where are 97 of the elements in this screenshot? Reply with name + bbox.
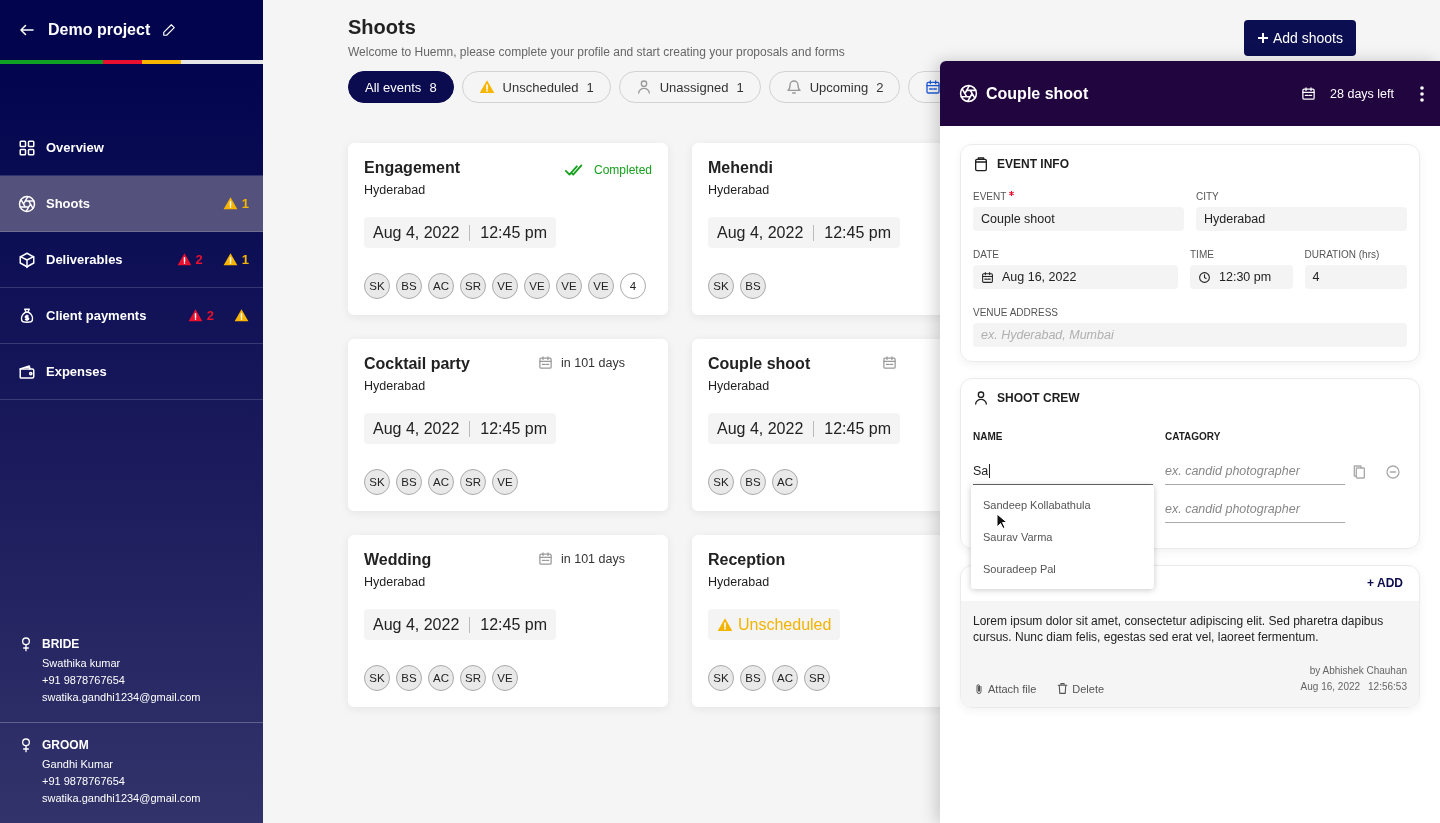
days-left: 28 days left <box>1330 86 1394 101</box>
event-card[interactable]: Cocktail party Hyderabad in 101 days Aug 4, 2022 12:45 pm SK BS AC SR VE <box>348 339 668 511</box>
nav-item[interactable]: Deliverables 2 1 <box>0 232 263 288</box>
crew-avatar: AC <box>428 665 454 691</box>
crew-avatar: BS <box>396 469 422 495</box>
event-card[interactable]: Wedding Hyderabad in 101 days Aug 4, 2022 12:45 pm SK BS AC SR VE <box>348 535 668 707</box>
add-note-button[interactable]: + ADD <box>1367 576 1403 590</box>
category-input[interactable]: ex. candid photographer <box>1165 496 1345 523</box>
badge-count: 1 <box>241 252 249 267</box>
event-title: Engagement <box>364 159 460 177</box>
contact-name: Gandhi Kumar <box>42 757 114 772</box>
nav-item[interactable]: Client payments 2 <box>0 288 263 344</box>
nav-item[interactable]: Shoots 1 <box>0 176 263 232</box>
crew-avatar: BS <box>740 273 766 299</box>
event-status: in 101 days <box>561 551 625 566</box>
event-city: Hyderabad <box>364 183 427 197</box>
contact-email: swatika.gandhi1234@gmail.com <box>42 791 201 806</box>
event-title: Cocktail party <box>364 355 470 373</box>
crew-avatar: SR <box>804 665 830 691</box>
event-status: in 101 days <box>561 355 625 370</box>
crew-avatar: BS <box>740 665 766 691</box>
badge-count: 1 <box>241 196 249 211</box>
crew-avatar: SK <box>364 273 390 299</box>
event-title: Mehendi <box>708 159 773 177</box>
crew-avatar: VE <box>492 665 518 691</box>
add-shoots-button[interactable]: Add shoots <box>1243 20 1356 56</box>
input-field[interactable]: Couple shoot <box>973 207 1184 231</box>
category-input[interactable]: ex. candid photographer <box>1165 458 1345 485</box>
schedule-chip: Aug 4, 2022 12:45 pm <box>364 609 556 640</box>
crew-avatar: SR <box>460 469 486 495</box>
event-city: Hyderabad <box>364 575 427 589</box>
page-title: Shoots <box>348 16 417 39</box>
crew-avatar: VE <box>556 273 582 299</box>
contact-name: Swathika kumar <box>42 656 122 671</box>
drawer-title: Couple shoot <box>986 84 1090 103</box>
nav-label: Client payments <box>46 308 148 323</box>
crew-avatar: VE <box>524 273 550 299</box>
crew-avatar: SK <box>708 469 734 495</box>
crew-avatar: SK <box>708 665 734 691</box>
event-city: Hyderabad <box>708 379 771 393</box>
crew-avatar: SK <box>364 469 390 495</box>
column-header: CATAGORY <box>1165 431 1222 442</box>
field-label: DURATION (hrs) <box>1304 249 1381 260</box>
input-field[interactable]: 12:30 pm <box>1190 265 1293 289</box>
event-status: Completed <box>593 163 652 177</box>
crew-avatar: BS <box>740 469 766 495</box>
project-title: Demo project <box>48 21 151 39</box>
event-title: Wedding <box>364 551 432 569</box>
field-label: CITY <box>1196 191 1220 202</box>
filter-chip[interactable]: All events 8 <box>348 71 454 103</box>
input-field[interactable]: 4 <box>1304 265 1407 289</box>
badge-count: 2 <box>195 252 203 267</box>
crew-avatar: BS <box>396 273 422 299</box>
more-count: 4 <box>620 273 646 299</box>
crew-avatar: VE <box>492 273 518 299</box>
nav-label: Expenses <box>46 364 108 379</box>
contact-email: swatika.gandhi1234@gmail.com <box>42 690 201 705</box>
contact-role: BRIDE <box>42 636 81 653</box>
page-subtitle: Welcome to Huemn, please complete your profile and start creating your proposals and forms <box>348 45 845 59</box>
unscheduled-label: Unscheduled <box>738 615 832 634</box>
crew-avatar: VE <box>492 469 518 495</box>
crew-avatar: VE <box>588 273 614 299</box>
nav-label: Shoots <box>46 196 92 211</box>
field-label: DATE <box>973 249 1000 260</box>
event-city: Hyderabad <box>708 183 771 197</box>
crew-avatar: AC <box>772 469 798 495</box>
delete-button[interactable]: Delete <box>1056 682 1105 695</box>
nav-label: Deliverables <box>46 252 124 267</box>
field-label: TIME <box>1190 249 1215 260</box>
schedule-chip: Aug 4, 2022 12:45 pm <box>708 217 900 248</box>
crew-avatar: SK <box>708 273 734 299</box>
event-city: Hyderabad <box>708 575 771 589</box>
input-field[interactable]: Hyderabad <box>1196 207 1407 231</box>
schedule-chip: Aug 4, 2022 12:45 pm <box>364 413 556 444</box>
event-card[interactable]: Engagement Hyderabad Completed Aug 4, 2022 12:45 pm SK BS AC SR VE VE VE VE 4 <box>348 143 668 315</box>
crew-avatar: AC <box>772 665 798 691</box>
event-city: Hyderabad <box>364 379 427 393</box>
schedule-chip: Aug 4, 2022 12:45 pm <box>364 217 556 248</box>
crew-avatar: SK <box>364 665 390 691</box>
crew-avatar: AC <box>428 273 454 299</box>
crew-avatar: AC <box>428 469 454 495</box>
crew-avatar: SR <box>460 665 486 691</box>
note-time: 12:56:53 <box>1368 680 1407 694</box>
schedule-chip: Aug 4, 2022 12:45 pm <box>708 413 900 444</box>
contact-role: GROOM <box>42 737 90 754</box>
badge-count: 2 <box>206 308 214 323</box>
event-title: Couple shoot <box>708 355 811 373</box>
contact-phone: +91 9878767654 <box>42 673 126 688</box>
note-date: Aug 16, 2022 <box>1300 680 1361 694</box>
contact-phone: +91 9878767654 <box>42 774 126 789</box>
crew-avatar: BS <box>396 665 422 691</box>
nav-label: Overview <box>46 140 105 155</box>
event-title: Reception <box>708 551 786 569</box>
note-author: by Abhishek Chauhan <box>1308 664 1407 678</box>
column-header: NAME <box>973 431 1004 442</box>
input-field[interactable]: Aug 16, 2022 <box>973 265 1178 289</box>
crew-avatar: SR <box>460 273 486 299</box>
